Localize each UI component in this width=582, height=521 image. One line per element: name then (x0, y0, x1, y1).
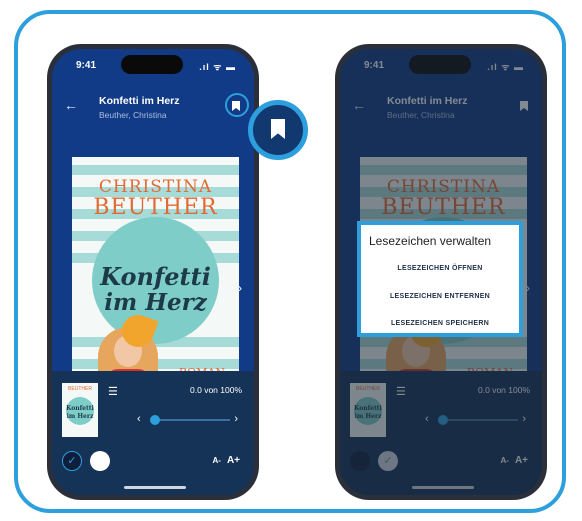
next-page-icon[interactable]: › (238, 281, 242, 295)
book-cover-page: CHRISTINA BEUTHER Konfetti im Herz ROMAN (72, 157, 239, 385)
cover-author-first: CHRISTINA (98, 177, 213, 197)
bookmark-callout (248, 100, 308, 160)
font-size-controls: A- A+ (212, 455, 240, 466)
status-time: 9:41 (76, 60, 97, 71)
page-thumbnail[interactable]: BEUTHER Konfetti im Herz (62, 383, 98, 437)
progress-text: 0.0 von 100% (190, 385, 242, 395)
reader-footer: BEUTHER Konfetti im Herz ☰ 0.0 von 100% … (52, 371, 254, 495)
cover-title-2: im Herz (104, 289, 207, 316)
book-author: Beuther, Christina (99, 110, 167, 120)
bookmark-dialog: Lesezeichen verwalten LESEZEICHEN ÖFFNEN… (357, 221, 523, 337)
theme-light-button[interactable] (90, 451, 110, 471)
slider-knob[interactable] (150, 415, 160, 425)
home-indicator (124, 486, 186, 489)
open-bookmark-button[interactable]: LESEZEICHEN ÖFFNEN (361, 265, 519, 272)
save-bookmark-button[interactable]: LESEZEICHEN SPEICHERN (361, 320, 519, 327)
bookmark-icon (271, 119, 285, 139)
list-icon[interactable]: ☰ (108, 385, 118, 398)
reader-screen: 9:41 .ıl ᯤ ▬ ← Konfetti im Herz Beuther,… (52, 49, 254, 495)
next-page-small-icon[interactable]: › (234, 413, 238, 425)
phone-left: 9:41 .ıl ᯤ ▬ ← Konfetti im Herz Beuther,… (47, 44, 259, 500)
cover-author-last: BEUTHER (93, 195, 218, 220)
status-bar: 9:41 .ıl ᯤ ▬ (52, 49, 254, 79)
dynamic-island (121, 55, 183, 74)
font-smaller-button[interactable]: A- (212, 456, 220, 465)
dialog-title: Lesezeichen verwalten (369, 234, 492, 248)
page-slider[interactable] (150, 415, 230, 425)
cover-title-1: Konfetti (100, 262, 211, 291)
remove-bookmark-button[interactable]: LESEZEICHEN ENTFERNEN (361, 293, 519, 300)
prev-page-icon[interactable]: ‹ (137, 413, 141, 425)
reader-header: ← Konfetti im Herz Beuther, Christina (52, 79, 254, 141)
theme-dark-button[interactable]: ✓ (62, 451, 82, 471)
book-title: Konfetti im Herz (99, 95, 180, 107)
back-arrow-icon[interactable]: ← (64, 97, 78, 113)
reader-screen-dialog: 9:41 .ıl ᯤ ▬ ← Konfetti im Herz Beuther,… (340, 49, 542, 495)
font-larger-button[interactable]: A+ (227, 455, 240, 466)
status-icons: .ıl ᯤ ▬ (199, 62, 236, 72)
phone-right: 9:41 .ıl ᯤ ▬ ← Konfetti im Herz Beuther,… (335, 44, 547, 500)
check-icon: ✓ (67, 455, 77, 467)
